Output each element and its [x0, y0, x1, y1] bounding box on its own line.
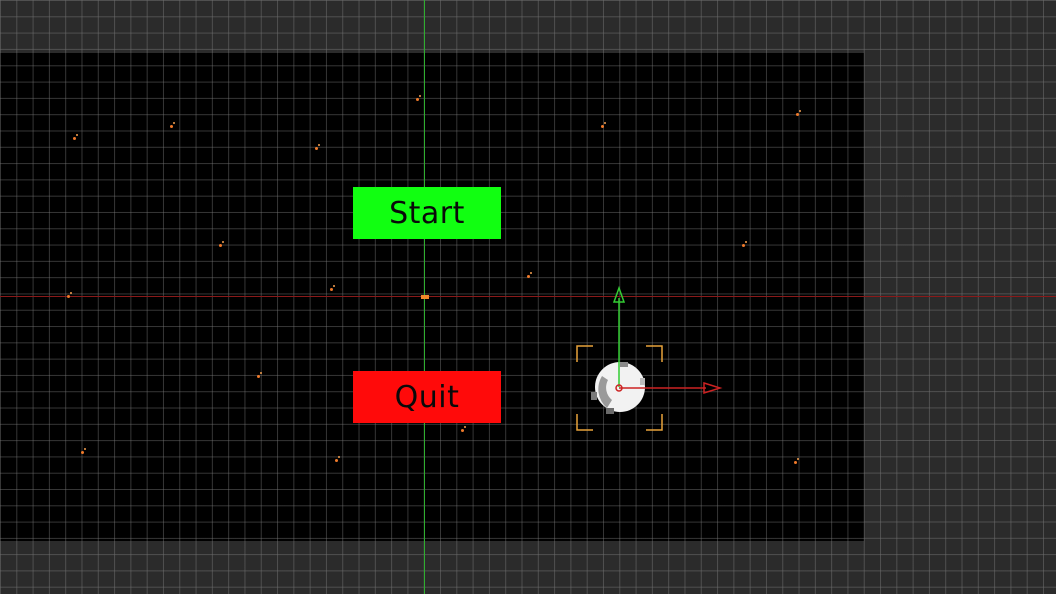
player-node[interactable]: [560, 280, 730, 440]
star-particle-icon: [461, 425, 469, 433]
origin-marker: [421, 295, 429, 299]
star-particle-icon: [257, 371, 265, 379]
game-canvas: [0, 53, 864, 541]
star-particle-icon: [67, 291, 75, 299]
star-particle-icon: [315, 143, 323, 151]
star-particle-icon: [527, 271, 535, 279]
star-particle-icon: [601, 121, 609, 129]
quit-button[interactable]: Quit: [353, 371, 501, 423]
star-particle-icon: [794, 457, 802, 465]
star-particle-icon: [742, 240, 750, 248]
star-particle-icon: [81, 447, 89, 455]
star-particle-icon: [330, 284, 338, 292]
start-button[interactable]: Start: [353, 187, 501, 239]
star-particle-icon: [335, 455, 343, 463]
star-particle-icon: [73, 133, 81, 141]
star-particle-icon: [416, 94, 424, 102]
editor-viewport[interactable]: Start Quit: [0, 0, 1056, 594]
star-particle-icon: [219, 240, 227, 248]
x-axis-line: [0, 296, 1056, 297]
star-particle-icon: [796, 109, 804, 117]
star-particle-icon: [170, 121, 178, 129]
